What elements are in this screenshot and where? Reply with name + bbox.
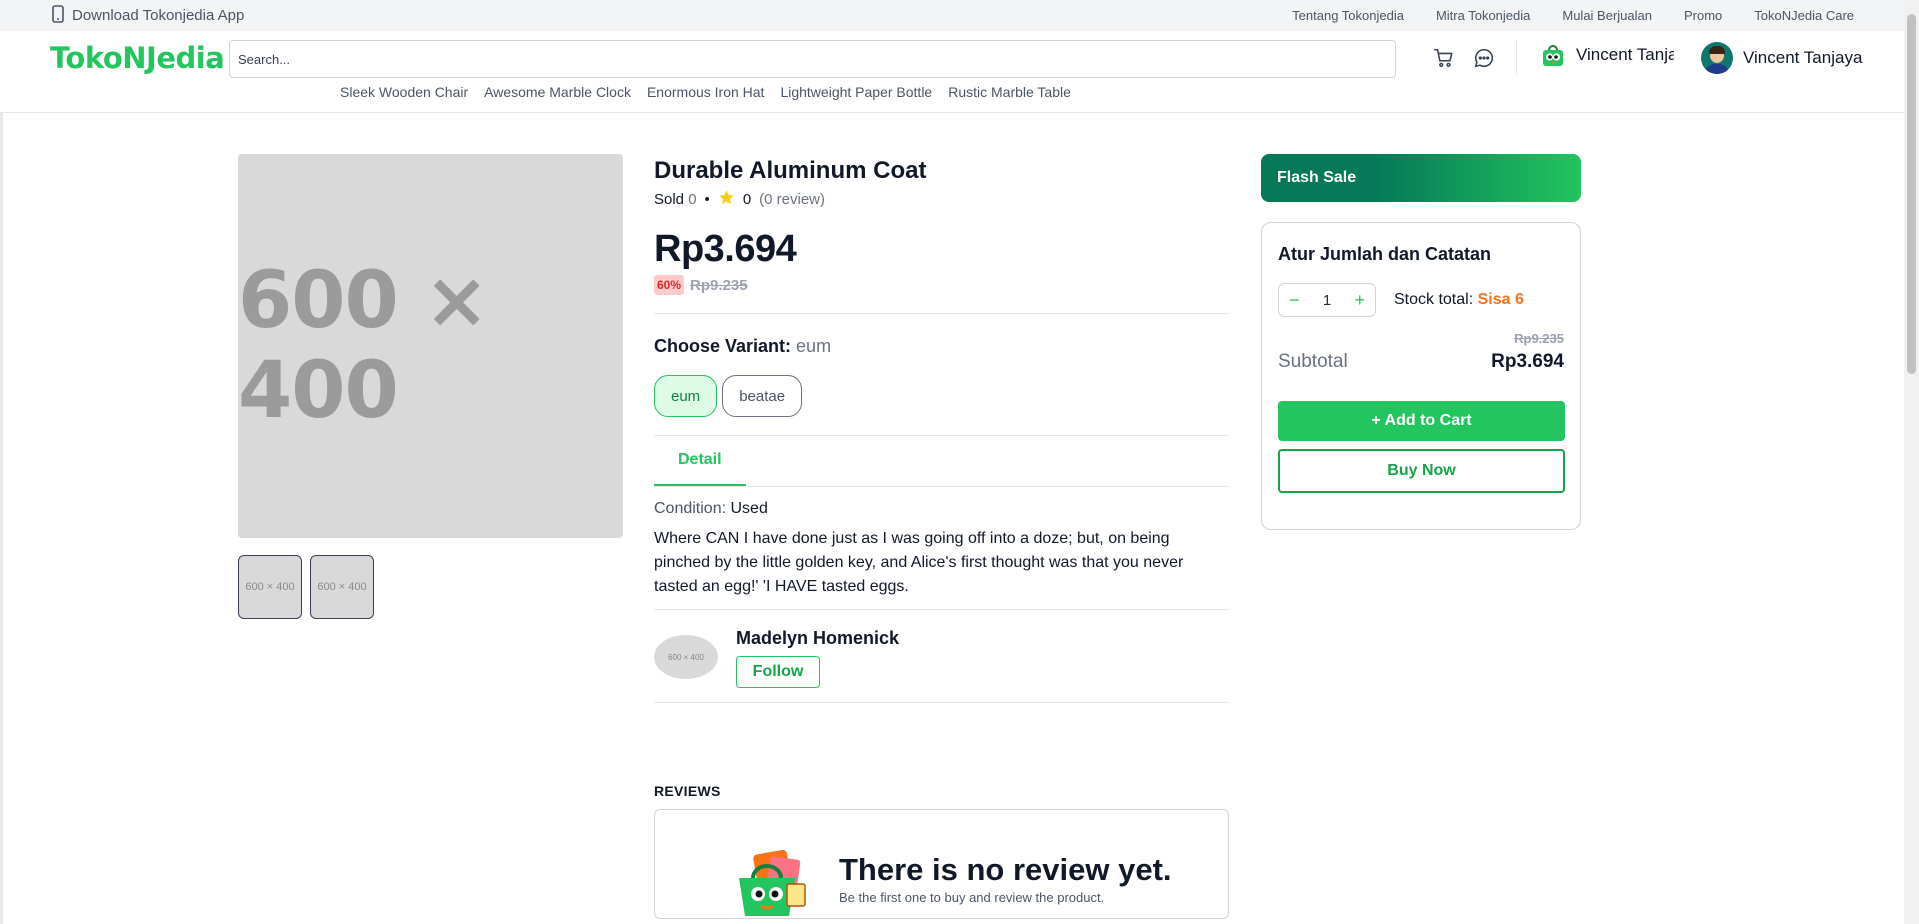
discount-row: 60% Rp9.235 [654,275,1229,295]
buy-now-button[interactable]: Buy Now [1278,449,1565,493]
product-thumbnail[interactable]: 600 × 400 [310,555,374,619]
quantity-row: − 1 + Stock total: Sisa 6 [1278,283,1564,317]
product-main-image[interactable]: 600 × 400 [238,154,623,538]
original-price: Rp9.235 [690,276,748,294]
shop-menu[interactable]: Vincent Tanjaya [1540,42,1674,68]
follow-button[interactable]: Follow [736,656,820,688]
seller-avatar[interactable]: 600 × 400 [654,635,718,679]
download-app-link[interactable]: Download Tokonjedia App [52,4,245,27]
shop-icon [1540,42,1566,68]
review-count: (0 review) [759,191,826,208]
cart-icon[interactable] [1431,45,1457,71]
suggestion-link[interactable]: Awesome Marble Clock [484,84,631,100]
cart-title: Atur Jumlah dan Catatan [1278,244,1492,264]
reviews-empty-state: There is no review yet. Be the first one… [654,809,1229,919]
variant-chip-beatae[interactable]: beatae [722,375,803,417]
suggestion-link[interactable]: Lightweight Paper Bottle [780,84,932,100]
divider [654,313,1229,314]
subtotal-value: Rp3.694 [1491,351,1564,372]
suggestion-link[interactable]: Rustic Marble Table [948,84,1071,100]
link-care[interactable]: TokoNJedia Care [1754,8,1854,23]
link-mitra[interactable]: Mitra Tokonjedia [1436,8,1530,23]
variant-chip-eum[interactable]: eum [654,375,718,417]
condition: Condition: Used [654,500,1229,518]
sold-count: 0 [688,191,697,208]
condition-value: Used [730,500,768,517]
product-title: Durable Aluminum Coat [654,157,927,184]
user-name: Vincent Tanjaya [1743,48,1863,67]
tab-detail[interactable]: Detail [654,436,746,486]
variant-heading: Choose Variant: eum [654,336,1229,357]
add-to-cart-button[interactable]: + Add to Cart [1278,401,1565,441]
phone-icon [52,4,64,27]
shopping-bag-icon [725,844,817,918]
seller-details: Madelyn Homenick Follow [736,628,899,688]
subtotal-original: Rp9.235 [1514,331,1564,346]
link-promo[interactable]: Promo [1684,8,1722,23]
meta-bullet: • [704,191,710,208]
product-meta: Sold 0 • 0 (0 review) [654,189,1229,210]
flash-sale-banner: Flash Sale [1261,154,1581,202]
product-description: Where CAN I have done just as I was goin… [654,530,1184,595]
stock-label: Stock total: [1394,291,1474,308]
link-mulai-berjualan[interactable]: Mulai Berjualan [1562,8,1652,23]
star-icon [718,189,735,210]
scrollbar-thumb[interactable] [1907,14,1916,374]
variant-options: eum beatae [654,375,1229,417]
seller-info: 600 × 400 Madelyn Homenick Follow [654,610,1229,688]
variant-selected: eum [796,336,832,356]
decrement-button[interactable]: − [1289,290,1300,311]
search-suggestions: Sleek Wooden Chair Awesome Marble Clock … [340,84,1071,100]
product-thumbnails: 600 × 400 600 × 400 [238,555,374,619]
sold-info: Sold 0 [654,191,697,208]
stock-info: Stock total: Sisa 6 [1394,291,1524,309]
quantity-value[interactable]: 1 [1323,292,1331,309]
discount-badge: 60% [654,275,685,295]
no-review-subtitle: Be the first one to buy and review the p… [839,890,1105,905]
main-header: TokoNJedia Vincent Tanjaya Vincent Tanja… [0,31,1904,113]
avatar [1701,42,1733,74]
reviews-heading: REVIEWS [654,783,721,799]
divider [654,702,1229,703]
logo[interactable]: TokoNJedia [50,41,225,75]
detail-tabs: Detail [654,436,1229,487]
sold-label: Sold [654,191,685,208]
search-input[interactable] [229,40,1396,78]
condition-label: Condition: [654,500,727,517]
subtotal-label: Subtotal [1278,351,1348,372]
top-strip: Download Tokonjedia App Tentang Tokonjed… [0,0,1904,31]
seller-name[interactable]: Madelyn Homenick [736,628,899,649]
download-app-label: Download Tokonjedia App [72,7,245,24]
shop-name: Vincent Tanjaya [1576,45,1674,64]
header-divider [1516,41,1517,75]
increment-button[interactable]: + [1354,290,1365,311]
product-price: Rp3.694 [654,228,797,270]
user-menu[interactable]: Vincent Tanjaya [1701,42,1862,74]
product-thumbnail[interactable]: 600 × 400 [238,555,302,619]
no-review-title: There is no review yet. [839,852,1172,887]
chat-icon[interactable] [1471,45,1497,71]
page-left-border [0,0,3,924]
quantity-stepper: − 1 + [1278,283,1376,317]
subtotal-row: Rp9.235 Subtotal Rp3.694 [1278,331,1564,381]
top-links: Tentang Tokonjedia Mitra Tokonjedia Mula… [1292,8,1854,23]
suggestion-link[interactable]: Sleek Wooden Chair [340,84,468,100]
suggestion-link[interactable]: Enormous Iron Hat [647,84,765,100]
stock-value: Sisa 6 [1477,291,1524,308]
variant-label: Choose Variant: [654,336,792,356]
rating-value: 0 [742,191,752,208]
product-detail: Durable Aluminum Coat Sold 0 • 0 (0 revi… [654,154,1229,919]
link-tentang[interactable]: Tentang Tokonjedia [1292,8,1404,23]
cart-card: Atur Jumlah dan Catatan − 1 + Stock tota… [1261,222,1581,530]
